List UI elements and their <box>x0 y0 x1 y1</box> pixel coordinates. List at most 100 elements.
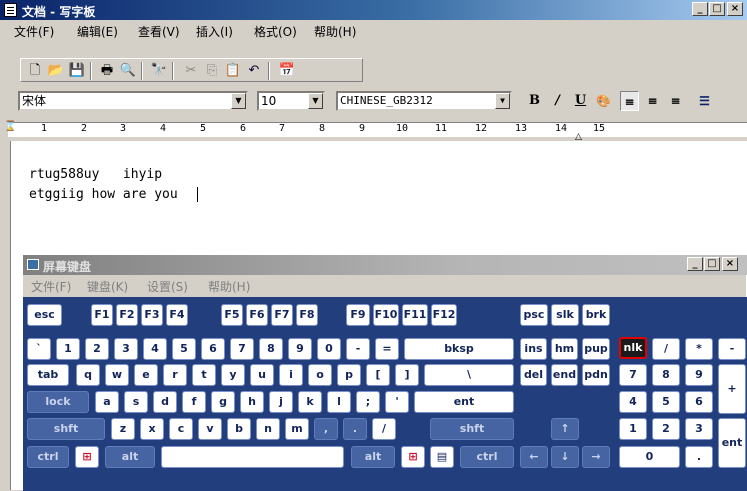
key-delete[interactable]: del <box>520 364 547 386</box>
close-button[interactable]: × <box>727 2 743 16</box>
underline-button[interactable]: U <box>571 91 590 111</box>
key-h[interactable]: h <box>240 391 264 413</box>
key-s[interactable]: s <box>124 391 148 413</box>
key-w[interactable]: w <box>105 364 129 386</box>
insert-datetime-icon[interactable]: 📅 <box>277 62 297 80</box>
align-left-icon[interactable]: ≡ <box>620 91 639 111</box>
osk-maximize-button[interactable]: □ <box>704 257 720 271</box>
key-backspace[interactable]: bksp <box>404 338 514 360</box>
key-equals[interactable]: = <box>375 338 399 360</box>
osk-menu-settings[interactable]: 设置(S) <box>147 278 188 295</box>
key-backtick[interactable]: ` <box>27 338 51 360</box>
menu-key-icon[interactable]: ▤ <box>430 446 454 468</box>
arrow-left-icon[interactable]: ← <box>520 446 548 468</box>
key-space[interactable] <box>161 446 344 468</box>
key-shift-left[interactable]: shft <box>27 418 105 440</box>
arrow-up-icon[interactable]: ↑ <box>551 418 579 440</box>
osk-menu-file[interactable]: 文件(F) <box>31 278 71 295</box>
menu-format[interactable]: 格式(O) <box>254 23 297 40</box>
print-icon[interactable]: 🖶 <box>97 62 117 80</box>
key-tab[interactable]: tab <box>27 364 69 386</box>
save-icon[interactable]: 💾 <box>67 62 87 80</box>
key-f[interactable]: f <box>182 391 206 413</box>
key-brk[interactable]: brk <box>582 304 610 326</box>
key-a[interactable]: a <box>95 391 119 413</box>
key-f8[interactable]: F8 <box>296 304 318 326</box>
key-lbracket[interactable]: [ <box>366 364 390 386</box>
key-num-8[interactable]: 8 <box>652 364 680 386</box>
key-f4[interactable]: F4 <box>166 304 188 326</box>
key-g[interactable]: g <box>211 391 235 413</box>
key-esc[interactable]: esc <box>27 304 62 326</box>
key-n[interactable]: n <box>256 418 280 440</box>
key-7[interactable]: 7 <box>230 338 254 360</box>
key-alt-right[interactable]: alt <box>351 446 395 468</box>
key-capslock[interactable]: lock <box>27 391 89 413</box>
key-t[interactable]: t <box>192 364 216 386</box>
key-j[interactable]: j <box>269 391 293 413</box>
key-num-multiply[interactable]: * <box>685 338 713 360</box>
key-z[interactable]: z <box>111 418 135 440</box>
key-f2[interactable]: F2 <box>116 304 138 326</box>
key-f11[interactable]: F11 <box>402 304 428 326</box>
key-period[interactable]: . <box>343 418 367 440</box>
arrow-down-icon[interactable]: ↓ <box>551 446 579 468</box>
open-icon[interactable]: 📂 <box>46 62 66 80</box>
color-icon[interactable]: 🎨 <box>594 91 613 111</box>
ruler[interactable]: ⌛ 1 2 3 4 5 6 7 8 9 10 11 12 13 14 15 △ <box>0 118 747 142</box>
key-rbracket[interactable]: ] <box>395 364 419 386</box>
copy-icon[interactable]: ⎘ <box>202 62 222 80</box>
key-shift-right[interactable]: shft <box>430 418 514 440</box>
undo-icon[interactable]: ↶ <box>244 62 264 80</box>
align-right-icon[interactable]: ≡ <box>666 91 685 111</box>
key-f10[interactable]: F10 <box>373 304 399 326</box>
find-icon[interactable]: 🔭 <box>149 62 169 80</box>
osk-close-button[interactable]: × <box>722 257 738 271</box>
osk-title-bar[interactable]: 屏幕键盘 _ □ × <box>23 255 747 275</box>
key-f3[interactable]: F3 <box>141 304 163 326</box>
key-f12[interactable]: F12 <box>431 304 457 326</box>
key-home[interactable]: hm <box>551 338 578 360</box>
key-num-divide[interactable]: / <box>652 338 680 360</box>
print-preview-icon[interactable]: 🔍 <box>118 62 138 80</box>
key-k[interactable]: k <box>298 391 322 413</box>
key-e[interactable]: e <box>134 364 158 386</box>
font-size-combo[interactable]: 10 ▼ <box>257 91 325 111</box>
key-insert[interactable]: ins <box>520 338 547 360</box>
key-num-plus[interactable]: + <box>718 364 746 414</box>
key-x[interactable]: x <box>140 418 164 440</box>
key-pagedown[interactable]: pdn <box>582 364 610 386</box>
key-r[interactable]: r <box>163 364 187 386</box>
key-enter[interactable]: ent <box>414 391 514 413</box>
key-i[interactable]: i <box>279 364 303 386</box>
chevron-down-icon[interactable]: ▼ <box>495 93 510 109</box>
key-num-7[interactable]: 7 <box>619 364 647 386</box>
key-d[interactable]: d <box>153 391 177 413</box>
key-m[interactable]: m <box>285 418 309 440</box>
key-pageup[interactable]: pup <box>582 338 610 360</box>
key-1[interactable]: 1 <box>56 338 80 360</box>
key-y[interactable]: y <box>221 364 245 386</box>
key-slk[interactable]: slk <box>551 304 579 326</box>
arrow-right-icon[interactable]: → <box>582 446 610 468</box>
key-num-3[interactable]: 3 <box>685 418 713 440</box>
menu-insert[interactable]: 插入(I) <box>196 23 233 40</box>
key-u[interactable]: u <box>250 364 274 386</box>
minimize-button[interactable]: _ <box>692 2 708 16</box>
key-num-2[interactable]: 2 <box>652 418 680 440</box>
menu-view[interactable]: 查看(V) <box>138 23 180 40</box>
chevron-down-icon[interactable]: ▼ <box>308 93 323 109</box>
italic-button[interactable]: / <box>548 91 567 111</box>
key-minus[interactable]: - <box>346 338 370 360</box>
key-6[interactable]: 6 <box>201 338 225 360</box>
bold-button[interactable]: B <box>525 91 544 111</box>
key-ctrl-right[interactable]: ctrl <box>460 446 514 468</box>
key-b[interactable]: b <box>227 418 251 440</box>
chevron-down-icon[interactable]: ▼ <box>231 93 246 109</box>
key-o[interactable]: o <box>308 364 332 386</box>
key-l[interactable]: l <box>327 391 351 413</box>
windows-logo-icon[interactable]: ⊞ <box>401 446 425 468</box>
bullets-icon[interactable]: ☰ <box>695 91 714 111</box>
key-psc[interactable]: psc <box>520 304 548 326</box>
key-9[interactable]: 9 <box>288 338 312 360</box>
